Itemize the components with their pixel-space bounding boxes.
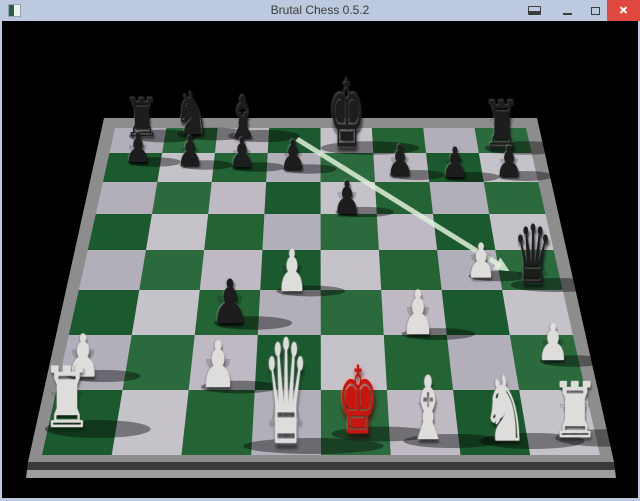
- square-d6[interactable]: [264, 182, 321, 214]
- piece-black-pawn-b7[interactable]: ♟: [169, 132, 211, 173]
- square-a5[interactable]: [87, 214, 153, 250]
- square-b2[interactable]: [122, 335, 195, 390]
- piece-black-pawn-g7[interactable]: ♟: [433, 142, 476, 185]
- piece-white-bishop-f1[interactable]: ♝: [397, 366, 459, 455]
- piece-white-king-e1[interactable]: ♚: [326, 354, 390, 448]
- board-rim-front: [27, 462, 615, 470]
- piece-white-rook-a1[interactable]: ♜: [28, 357, 106, 442]
- close-button[interactable]: ✕: [607, 0, 640, 21]
- touch-keyboard-icon: [527, 6, 541, 15]
- piece-white-pawn-h2[interactable]: ♟: [528, 319, 578, 370]
- piece-white-knight-g1[interactable]: ♞: [470, 365, 540, 455]
- board-rim-base: [26, 470, 616, 478]
- square-c6[interactable]: [208, 182, 267, 214]
- piece-black-pawn-h7[interactable]: ♟: [487, 141, 530, 184]
- piece-white-pawn-g4[interactable]: ♟: [458, 237, 504, 285]
- piece-black-pawn-a7[interactable]: ♟: [117, 129, 159, 170]
- maximize-icon: [590, 6, 600, 15]
- piece-white-pawn-f3[interactable]: ♟: [392, 283, 444, 344]
- piece-black-queen-h4[interactable]: ♛: [502, 215, 564, 297]
- piece-white-pawn-c2[interactable]: ♟: [190, 334, 246, 398]
- titlebar[interactable]: Brutal Chess 0.5.2 ✕: [0, 0, 640, 21]
- maximize-button[interactable]: [582, 0, 608, 21]
- square-a4[interactable]: [78, 250, 146, 290]
- minimize-icon: [562, 12, 572, 15]
- square-g3[interactable]: [441, 290, 510, 335]
- piece-black-pawn-f7[interactable]: ♟: [378, 140, 421, 183]
- square-c5[interactable]: [204, 214, 265, 250]
- piece-black-pawn-e6[interactable]: ♟: [325, 176, 370, 221]
- square-e3[interactable]: [320, 290, 384, 335]
- touch-keyboard-button[interactable]: [521, 0, 547, 21]
- square-b3[interactable]: [131, 290, 200, 335]
- piece-white-pawn-d4[interactable]: ♟: [268, 243, 316, 301]
- square-e4[interactable]: [320, 250, 382, 290]
- app-window: Brutal Chess 0.5.2 ✕ ♜ ♜ ♞ ♞ ♝ ♝ ♚ ♚ ♜ ♜ ♟ ♟ ♟ ♟ ♟ ♟ ♟ ♟ ♟…: [0, 0, 640, 501]
- piece-black-king-e8[interactable]: ♚: [318, 69, 377, 162]
- piece-white-rook-h1[interactable]: ♜: [537, 373, 613, 451]
- square-b6[interactable]: [152, 182, 212, 214]
- game-viewport: ♜ ♜ ♞ ♞ ♝ ♝ ♚ ♚ ♜ ♜ ♟ ♟ ♟ ♟ ♟ ♟ ♟ ♟ ♟ ♟ ♟ ♟ ♟ ♟ ♟ ♟ ♟ ♟ ♛ ♛ ♜ ♜ ♛ ♛ ♚ ♚ ♝ ♝ ♞ ♞…: [2, 21, 638, 498]
- square-b4[interactable]: [139, 250, 205, 290]
- piece-black-pawn-d7[interactable]: ♟: [272, 136, 314, 177]
- piece-white-queen-d1[interactable]: ♛: [251, 321, 321, 466]
- square-a6[interactable]: [95, 182, 158, 214]
- minimize-button[interactable]: [554, 0, 580, 21]
- piece-black-pawn-c7[interactable]: ♟: [221, 134, 263, 175]
- square-b5[interactable]: [145, 214, 209, 250]
